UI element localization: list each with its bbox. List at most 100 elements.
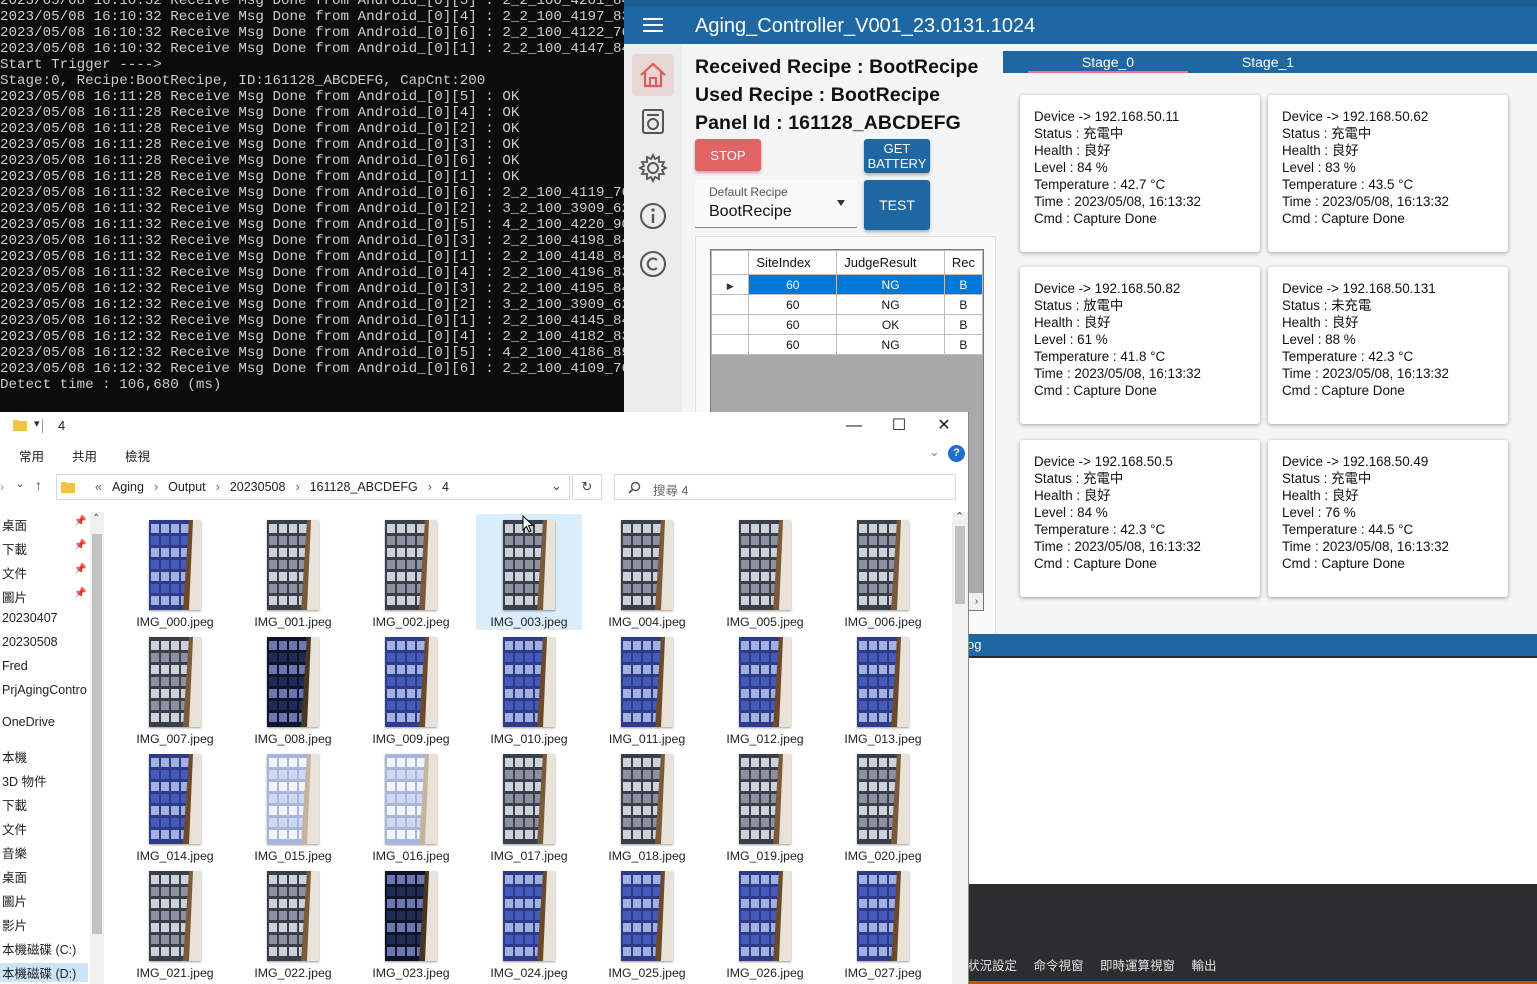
copyright-icon[interactable]: [632, 243, 674, 285]
up-arrow-icon[interactable]: ↑: [35, 477, 42, 493]
row-header[interactable]: [711, 334, 750, 355]
nav-item[interactable]: 下載: [2, 539, 27, 558]
file-item[interactable]: IMG_013.jpeg: [830, 631, 936, 747]
breadcrumb-separator-icon[interactable]: ›: [154, 480, 158, 494]
breadcrumb-item[interactable]: 161128_ABCDEFG: [310, 480, 418, 494]
help-icon[interactable]: ?: [948, 445, 965, 462]
row-header[interactable]: [711, 314, 750, 335]
file-item[interactable]: IMG_021.jpeg: [122, 865, 228, 981]
nav-item[interactable]: 本機: [2, 747, 27, 766]
row-selector-arrow-icon[interactable]: ▶: [711, 274, 750, 295]
grid-column-header[interactable]: Rec: [943, 250, 983, 275]
nav-item[interactable]: 20230407: [2, 611, 58, 625]
file-item[interactable]: IMG_017.jpeg: [476, 748, 582, 864]
grid-cell-judge[interactable]: OK: [836, 314, 945, 335]
file-item[interactable]: IMG_015.jpeg: [240, 748, 346, 864]
file-item[interactable]: IMG_018.jpeg: [594, 748, 700, 864]
file-item[interactable]: IMG_024.jpeg: [476, 865, 582, 981]
nav-item[interactable]: 圖片: [2, 587, 27, 606]
back-arrow-icon[interactable]: ›: [0, 480, 4, 494]
nav-item[interactable]: 影片: [2, 915, 27, 934]
grid-cell-judge[interactable]: NG: [836, 334, 945, 355]
file-item[interactable]: IMG_020.jpeg: [830, 748, 936, 864]
row-header[interactable]: [711, 294, 750, 315]
nav-item[interactable]: 圖片: [2, 891, 27, 910]
search-input[interactable]: 搜尋 4: [614, 474, 956, 500]
breadcrumb-separator-icon[interactable]: ›: [428, 480, 432, 494]
files-scrollbar[interactable]: ⌃: [952, 511, 968, 984]
nav-item[interactable]: 下載: [2, 795, 27, 814]
grid-cell-site[interactable]: 60: [748, 274, 838, 295]
breadcrumb-separator-icon[interactable]: ›: [295, 480, 299, 494]
file-item[interactable]: IMG_010.jpeg: [476, 631, 582, 747]
tab-stage-1[interactable]: Stage_1: [1188, 51, 1348, 73]
nav-item[interactable]: Fred: [2, 659, 28, 673]
grid-cell-judge[interactable]: NG: [836, 294, 945, 315]
nav-item[interactable]: 文件: [2, 563, 27, 582]
nav-scroll-thumb[interactable]: [92, 534, 102, 934]
expand-ribbon-chevron-icon[interactable]: ⌄: [929, 444, 940, 460]
nav-item[interactable]: 本機磁碟 (D:): [0, 963, 88, 982]
ribbon-tab-view[interactable]: 檢視: [125, 446, 150, 465]
file-item[interactable]: IMG_025.jpeg: [594, 865, 700, 981]
grid-scroll-right-icon[interactable]: ›: [967, 593, 983, 610]
address-dropdown-icon[interactable]: ⌄: [551, 478, 562, 494]
settings-gear-icon[interactable]: [632, 147, 674, 189]
tab-conditions[interactable]: 狀況設定: [967, 959, 1017, 973]
file-item[interactable]: IMG_014.jpeg: [122, 748, 228, 864]
grid-column-header[interactable]: JudgeResult: [836, 250, 945, 275]
nav-item[interactable]: 桌面: [2, 515, 27, 534]
ribbon-tab-home[interactable]: 常用: [19, 446, 44, 465]
grid-cell-rec[interactable]: B: [943, 294, 983, 315]
file-item[interactable]: IMG_027.jpeg: [830, 865, 936, 981]
nav-item[interactable]: 20230508: [2, 635, 58, 649]
test-button[interactable]: TEST: [864, 180, 930, 230]
home-icon[interactable]: [632, 54, 674, 96]
grid-cell-rec[interactable]: B: [943, 334, 983, 355]
tab-immediate-window[interactable]: 即時運算視窗: [1100, 959, 1175, 973]
breadcrumb-item[interactable]: 20230508: [230, 480, 286, 494]
tab-output[interactable]: 輸出: [1192, 959, 1217, 973]
grid-cell-rec[interactable]: B: [943, 314, 983, 335]
breadcrumb-separator-icon[interactable]: «: [95, 480, 102, 494]
grid-cell-site[interactable]: 60: [748, 294, 838, 315]
recipe-icon[interactable]: [632, 100, 674, 142]
file-item[interactable]: IMG_019.jpeg: [712, 748, 818, 864]
grid-cell-judge[interactable]: NG: [836, 274, 945, 295]
tab-command-window[interactable]: 命令視窗: [1034, 959, 1084, 973]
nav-pane-scrollbar[interactable]: ⌃: [90, 512, 104, 984]
grid-row[interactable]: 60 OK B: [711, 314, 983, 335]
tab-stage-0[interactable]: Stage_0: [1028, 51, 1188, 73]
breadcrumb-item[interactable]: Aging: [112, 480, 144, 494]
default-recipe-dropdown[interactable]: Default Recipe BootRecipe: [695, 180, 857, 228]
maximize-icon[interactable]: ☐: [889, 416, 909, 436]
nav-item[interactable]: OneDrive: [2, 715, 55, 729]
file-item[interactable]: IMG_026.jpeg: [712, 865, 818, 981]
grid-row[interactable]: 60 NG B: [711, 294, 983, 315]
breadcrumb-separator-icon[interactable]: ›: [216, 480, 220, 494]
nav-item[interactable]: 本機磁碟 (C:): [2, 939, 76, 958]
file-item[interactable]: IMG_011.jpeg: [594, 631, 700, 747]
nav-item[interactable]: 桌面: [2, 867, 27, 886]
file-item[interactable]: IMG_022.jpeg: [240, 865, 346, 981]
file-item[interactable]: IMG_012.jpeg: [712, 631, 818, 747]
info-icon[interactable]: [632, 195, 674, 237]
file-item[interactable]: IMG_005.jpeg: [712, 514, 818, 630]
file-item[interactable]: IMG_009.jpeg: [358, 631, 464, 747]
file-item[interactable]: IMG_016.jpeg: [358, 748, 464, 864]
quick-access-dropdown-icon[interactable]: ▾: [34, 417, 40, 430]
grid-cell-site[interactable]: 60: [748, 314, 838, 335]
nav-item[interactable]: PrjAgingContro: [2, 683, 87, 697]
breadcrumb-item[interactable]: Output: [168, 480, 206, 494]
grid-row[interactable]: ▶ 60 NG B: [711, 274, 983, 295]
grid-row[interactable]: 60 NG B: [711, 334, 983, 355]
file-item[interactable]: IMG_001.jpeg: [240, 514, 346, 630]
grid-column-header[interactable]: SiteIndex: [748, 250, 838, 275]
ribbon-tab-share[interactable]: 共用: [72, 446, 97, 465]
grid-cell-rec[interactable]: B: [943, 274, 983, 295]
file-item[interactable]: IMG_008.jpeg: [240, 631, 346, 747]
files-scroll-thumb[interactable]: [955, 526, 965, 604]
refresh-icon[interactable]: ↻: [572, 474, 602, 500]
file-item[interactable]: IMG_007.jpeg: [122, 631, 228, 747]
file-item[interactable]: IMG_002.jpeg: [358, 514, 464, 630]
